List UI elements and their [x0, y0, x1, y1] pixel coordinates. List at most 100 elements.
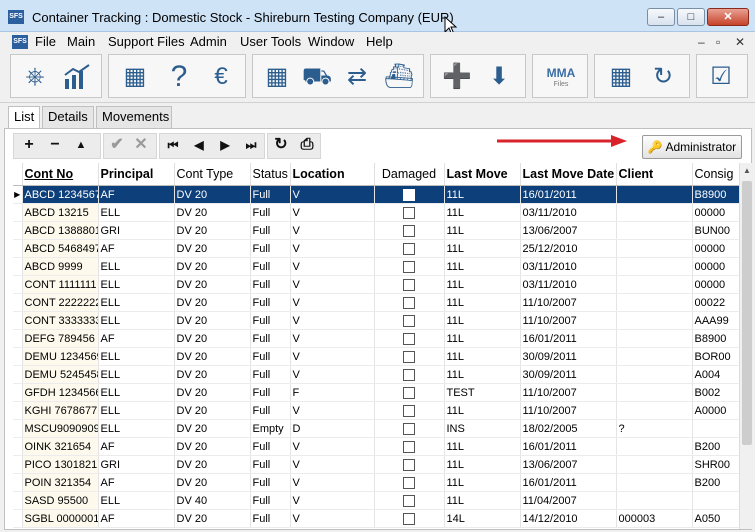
- maximize-button[interactable]: □: [677, 8, 705, 26]
- col-consignee[interactable]: Consig: [692, 163, 739, 186]
- next-record-button[interactable]: ▶: [213, 133, 237, 157]
- grid-view-icon[interactable]: ▦: [259, 59, 295, 95]
- truck-icon[interactable]: ⛟: [299, 59, 335, 95]
- damaged-checkbox[interactable]: [403, 404, 415, 417]
- damaged-checkbox[interactable]: [403, 260, 415, 273]
- table-row[interactable]: KGHI 7678677 ELL DV 20 Full V 11L 11/10/2007 A0…: [13, 401, 739, 420]
- damaged-checkbox[interactable]: [403, 512, 415, 525]
- checklist-icon[interactable]: ☑: [703, 59, 739, 95]
- table-row[interactable]: ▶ ABCD 1234567 AF DV 20 Full V 11L 16/01/2011 B8…: [13, 185, 739, 204]
- tab-details[interactable]: Details: [42, 106, 94, 128]
- table-row[interactable]: CONT 3333333 ELL DV 20 Full V 11L 11/10/2007 AA…: [13, 311, 739, 330]
- row-indicator[interactable]: [13, 455, 23, 474]
- menu-main[interactable]: Main: [67, 34, 95, 49]
- damaged-checkbox[interactable]: [403, 296, 415, 309]
- download-icon[interactable]: ⬇: [481, 59, 517, 95]
- menu-admin[interactable]: Admin: [190, 34, 227, 49]
- table-row[interactable]: ABCD 13215 ELL DV 20 Full V 11L 03/11/2010 0000…: [13, 203, 739, 222]
- table-row[interactable]: POIN 321354 AF DV 20 Full V 11L 16/01/2011 B200: [13, 473, 739, 492]
- col-status[interactable]: Status: [250, 163, 291, 186]
- col-client[interactable]: Client: [616, 163, 693, 186]
- damaged-checkbox[interactable]: [403, 440, 415, 453]
- mdi-minimize-button[interactable]: –: [698, 35, 705, 49]
- row-indicator[interactable]: [13, 293, 23, 312]
- damaged-checkbox[interactable]: [403, 278, 415, 291]
- col-last-move[interactable]: Last Move: [444, 163, 521, 186]
- close-button[interactable]: ✕: [707, 8, 749, 26]
- col-cont-no[interactable]: Cont No: [22, 163, 99, 186]
- row-indicator[interactable]: [13, 365, 23, 384]
- table-row[interactable]: DEMU 1234569 ELL DV 20 Full V 11L 30/09/2011 BO…: [13, 347, 739, 366]
- mma-files-button[interactable]: MMA Files: [541, 59, 581, 95]
- damaged-checkbox[interactable]: [403, 206, 415, 219]
- tab-list[interactable]: List: [8, 106, 40, 129]
- calculator-icon[interactable]: ▦: [117, 59, 153, 95]
- table-row[interactable]: CONT 2222222 ELL DV 20 Full V 11L 11/10/2007 00…: [13, 293, 739, 312]
- table-row[interactable]: GFDH 1234566 ELL DV 20 Full F TEST 11/10/2007 B…: [13, 383, 739, 402]
- col-damaged[interactable]: Damaged: [374, 163, 445, 186]
- refresh-icon[interactable]: ↻: [269, 133, 293, 157]
- damaged-checkbox[interactable]: [403, 494, 415, 507]
- table-row[interactable]: DEMU 5245458 ELL DV 20 Full V 11L 30/09/2011 A0…: [13, 365, 739, 384]
- menu-help[interactable]: Help: [366, 34, 393, 49]
- post-button[interactable]: ✔: [105, 133, 129, 157]
- refresh-icon[interactable]: ↻: [645, 59, 681, 95]
- row-indicator[interactable]: [13, 491, 23, 510]
- table-row[interactable]: ABCD 1388801 GRI DV 20 Full V 11L 13/06/2007 BU…: [13, 221, 739, 240]
- scroll-up-icon[interactable]: ▲: [740, 163, 754, 179]
- help-icon[interactable]: ?: [161, 59, 197, 95]
- edit-record-button[interactable]: ▲: [69, 133, 93, 157]
- cancel-button[interactable]: ✕: [129, 133, 153, 157]
- menu-support-files[interactable]: Support Files: [108, 34, 185, 49]
- row-indicator[interactable]: [13, 311, 23, 330]
- last-record-button[interactable]: ⏭: [239, 133, 263, 157]
- document-icon[interactable]: SFS: [12, 35, 28, 49]
- ship-icon[interactable]: ⛴: [381, 59, 417, 95]
- damaged-checkbox[interactable]: [403, 458, 415, 471]
- vertical-scrollbar[interactable]: ▲: [739, 163, 754, 529]
- row-indicator[interactable]: [13, 347, 23, 366]
- damaged-checkbox[interactable]: [403, 476, 415, 489]
- damaged-checkbox[interactable]: [403, 368, 415, 381]
- row-indicator[interactable]: ▶: [13, 185, 23, 204]
- table-row[interactable]: SGBL 0000001 AF DV 20 Full V 14L 14/12/2010 000…: [13, 509, 739, 528]
- scroll-thumb[interactable]: [742, 181, 752, 445]
- row-indicator[interactable]: [13, 509, 23, 528]
- table-row[interactable]: ABCD 5468497 AF DV 20 Full V 11L 25/12/2010 000…: [13, 239, 739, 258]
- transfer-icon[interactable]: ⇄: [339, 59, 375, 95]
- prior-record-button[interactable]: ◀: [187, 133, 211, 157]
- damaged-checkbox[interactable]: [403, 188, 415, 201]
- delete-record-button[interactable]: −: [43, 133, 67, 157]
- row-indicator[interactable]: [13, 275, 23, 294]
- tab-movements[interactable]: Movements: [96, 106, 172, 128]
- chart-trend-icon[interactable]: [59, 59, 95, 95]
- row-indicator[interactable]: [13, 383, 23, 402]
- damaged-checkbox[interactable]: [403, 314, 415, 327]
- col-principal[interactable]: Principal: [98, 163, 175, 186]
- minimize-button[interactable]: –: [647, 8, 675, 26]
- row-indicator[interactable]: [13, 257, 23, 276]
- col-location[interactable]: Location: [290, 163, 375, 186]
- damaged-checkbox[interactable]: [403, 350, 415, 363]
- row-indicator[interactable]: [13, 203, 23, 222]
- ship-wheel-icon[interactable]: ⎈: [17, 59, 53, 95]
- damaged-checkbox[interactable]: [403, 242, 415, 255]
- row-indicator[interactable]: [13, 329, 23, 348]
- menu-window[interactable]: Window: [308, 34, 354, 49]
- damaged-checkbox[interactable]: [403, 386, 415, 399]
- row-indicator[interactable]: [13, 419, 23, 438]
- calendar-icon[interactable]: ▦: [603, 59, 639, 95]
- row-indicator[interactable]: [13, 401, 23, 420]
- table-row[interactable]: CONT 1111111 ELL DV 20 Full V 11L 03/11/2010 00…: [13, 275, 739, 294]
- mdi-restore-button[interactable]: ▫: [716, 35, 720, 49]
- table-row[interactable]: DEFG 789456 AF DV 20 Full V 11L 16/01/2011 B890…: [13, 329, 739, 348]
- print-icon[interactable]: ⎙: [295, 133, 319, 157]
- damaged-checkbox[interactable]: [403, 332, 415, 345]
- administrator-button[interactable]: 🔑 Administrator: [642, 135, 742, 159]
- col-last-move-date[interactable]: Last Move Date: [520, 163, 617, 186]
- row-indicator[interactable]: [13, 437, 23, 456]
- row-indicator[interactable]: [13, 221, 23, 240]
- row-indicator[interactable]: [13, 239, 23, 258]
- table-row[interactable]: MSCU9090909 ELL DV 20 Empty D INS 18/02/2005?: [13, 419, 739, 438]
- new-document-icon[interactable]: ➕: [439, 59, 475, 95]
